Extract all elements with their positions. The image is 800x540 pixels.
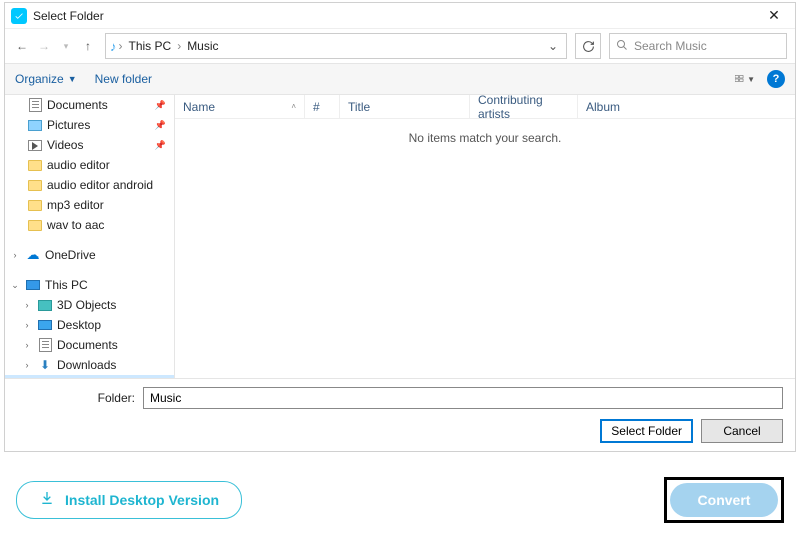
chevron-right-icon: › bbox=[21, 340, 33, 350]
tree-item[interactable]: audio editor bbox=[5, 155, 174, 175]
tree-item[interactable]: Documents 📌 bbox=[5, 95, 174, 115]
chevron-down-icon: ⌄ bbox=[9, 280, 21, 291]
chevron-right-icon: › bbox=[21, 300, 33, 310]
tree-item[interactable]: audio editor android bbox=[5, 175, 174, 195]
tree-item-onedrive[interactable]: › ☁ OneDrive bbox=[5, 245, 174, 265]
pc-icon bbox=[25, 277, 41, 293]
close-button[interactable]: ✕ bbox=[759, 7, 789, 24]
tree-item[interactable]: › ⬇ Downloads bbox=[5, 355, 174, 375]
chevron-right-icon: › bbox=[117, 39, 125, 53]
pics-icon bbox=[27, 117, 43, 133]
new-folder-button[interactable]: New folder bbox=[95, 72, 152, 86]
app-icon bbox=[11, 8, 27, 24]
tree-item-label: audio editor bbox=[47, 158, 110, 172]
column-album[interactable]: Album bbox=[578, 95, 795, 118]
install-desktop-button[interactable]: Install Desktop Version bbox=[16, 481, 242, 519]
tree-item-label: OneDrive bbox=[45, 248, 96, 262]
search-placeholder: Search Music bbox=[634, 39, 707, 53]
dialog-title: Select Folder bbox=[33, 9, 759, 23]
tree-item[interactable]: wav to aac bbox=[5, 215, 174, 235]
pin-icon: 📌 bbox=[155, 120, 170, 131]
tree-item-label: Desktop bbox=[57, 318, 101, 332]
up-button[interactable]: ↑ bbox=[79, 37, 97, 55]
tree-item-label: Pictures bbox=[47, 118, 90, 132]
folder-input[interactable] bbox=[143, 387, 783, 409]
downloads-icon: ⬇ bbox=[37, 357, 53, 373]
3d-icon bbox=[37, 297, 53, 313]
back-button[interactable]: ← bbox=[13, 37, 31, 55]
folder-icon bbox=[27, 217, 43, 233]
forward-button: → bbox=[35, 37, 53, 55]
empty-message: No items match your search. bbox=[175, 119, 795, 378]
folder-label: Folder: bbox=[17, 391, 143, 405]
chevron-right-icon: › bbox=[21, 320, 33, 330]
breadcrumb-thispc[interactable]: This PC bbox=[125, 39, 176, 53]
refresh-button[interactable] bbox=[575, 33, 601, 59]
tree-item[interactable]: Videos 📌 bbox=[5, 135, 174, 155]
breadcrumb-music[interactable]: Music bbox=[183, 39, 222, 53]
music-icon: ♪ bbox=[37, 377, 53, 378]
tree-item[interactable]: Pictures 📌 bbox=[5, 115, 174, 135]
download-icon bbox=[39, 490, 55, 510]
select-folder-button[interactable]: Select Folder bbox=[600, 419, 693, 443]
tree-item-label: Downloads bbox=[57, 358, 116, 372]
pin-icon: 📌 bbox=[155, 100, 170, 111]
view-options-button[interactable]: ▼ bbox=[735, 71, 755, 87]
chevron-right-icon: › bbox=[175, 39, 183, 53]
convert-highlight: Convert bbox=[664, 477, 784, 523]
folder-icon bbox=[27, 197, 43, 213]
tree-item[interactable]: mp3 editor bbox=[5, 195, 174, 215]
help-button[interactable]: ? bbox=[767, 70, 785, 88]
chevron-right-icon: › bbox=[21, 360, 33, 370]
search-icon bbox=[616, 39, 628, 54]
tree-item-label: wav to aac bbox=[47, 218, 104, 232]
docs-icon bbox=[27, 97, 43, 113]
column-name[interactable]: Name ˄ bbox=[175, 95, 305, 118]
cancel-button[interactable]: Cancel bbox=[701, 419, 783, 443]
folder-icon bbox=[27, 177, 43, 193]
tree-item-label: Videos bbox=[47, 138, 83, 152]
onedrive-icon: ☁ bbox=[25, 247, 41, 263]
tree-item-label: audio editor android bbox=[47, 178, 153, 192]
recent-dropdown[interactable]: ▾ bbox=[57, 37, 75, 55]
vids-icon bbox=[27, 137, 43, 153]
column-number[interactable]: # bbox=[305, 95, 340, 118]
tree-item-label: Documents bbox=[47, 98, 108, 112]
convert-button[interactable]: Convert bbox=[670, 483, 778, 517]
desktop-icon bbox=[37, 317, 53, 333]
folder-icon bbox=[27, 157, 43, 173]
tree-item-label: 3D Objects bbox=[57, 298, 116, 312]
tree-item[interactable]: › Documents bbox=[5, 335, 174, 355]
organize-menu[interactable]: Organize ▼ bbox=[15, 72, 77, 86]
folder-tree[interactable]: Documents 📌 Pictures 📌 Videos 📌 audio ed… bbox=[5, 95, 175, 378]
tree-item-label: mp3 editor bbox=[47, 198, 104, 212]
pin-icon: 📌 bbox=[155, 140, 170, 151]
address-bar[interactable]: ♪ › This PC › Music ⌄ bbox=[105, 33, 567, 59]
tree-item-label: Documents bbox=[57, 338, 118, 352]
install-desktop-label: Install Desktop Version bbox=[65, 492, 219, 508]
docs-icon bbox=[37, 337, 53, 353]
tree-item[interactable]: › 3D Objects bbox=[5, 295, 174, 315]
chevron-right-icon: › bbox=[9, 250, 21, 260]
tree-item[interactable]: › ♪ Music bbox=[5, 375, 174, 378]
column-artists[interactable]: Contributing artists bbox=[470, 95, 578, 118]
search-input[interactable]: Search Music bbox=[609, 33, 787, 59]
tree-item[interactable]: › Desktop bbox=[5, 315, 174, 335]
sort-indicator: ˄ bbox=[291, 102, 296, 111]
tree-item-label: This PC bbox=[45, 278, 88, 292]
address-dropdown[interactable]: ⌄ bbox=[544, 39, 562, 53]
column-title[interactable]: Title bbox=[340, 95, 470, 118]
chevron-down-icon: ▼ bbox=[747, 75, 755, 84]
tree-item-thispc[interactable]: ⌄ This PC bbox=[5, 275, 174, 295]
chevron-down-icon: ▼ bbox=[68, 74, 77, 84]
select-folder-dialog: Select Folder ✕ ← → ▾ ↑ ♪ › This PC › Mu… bbox=[4, 2, 796, 452]
